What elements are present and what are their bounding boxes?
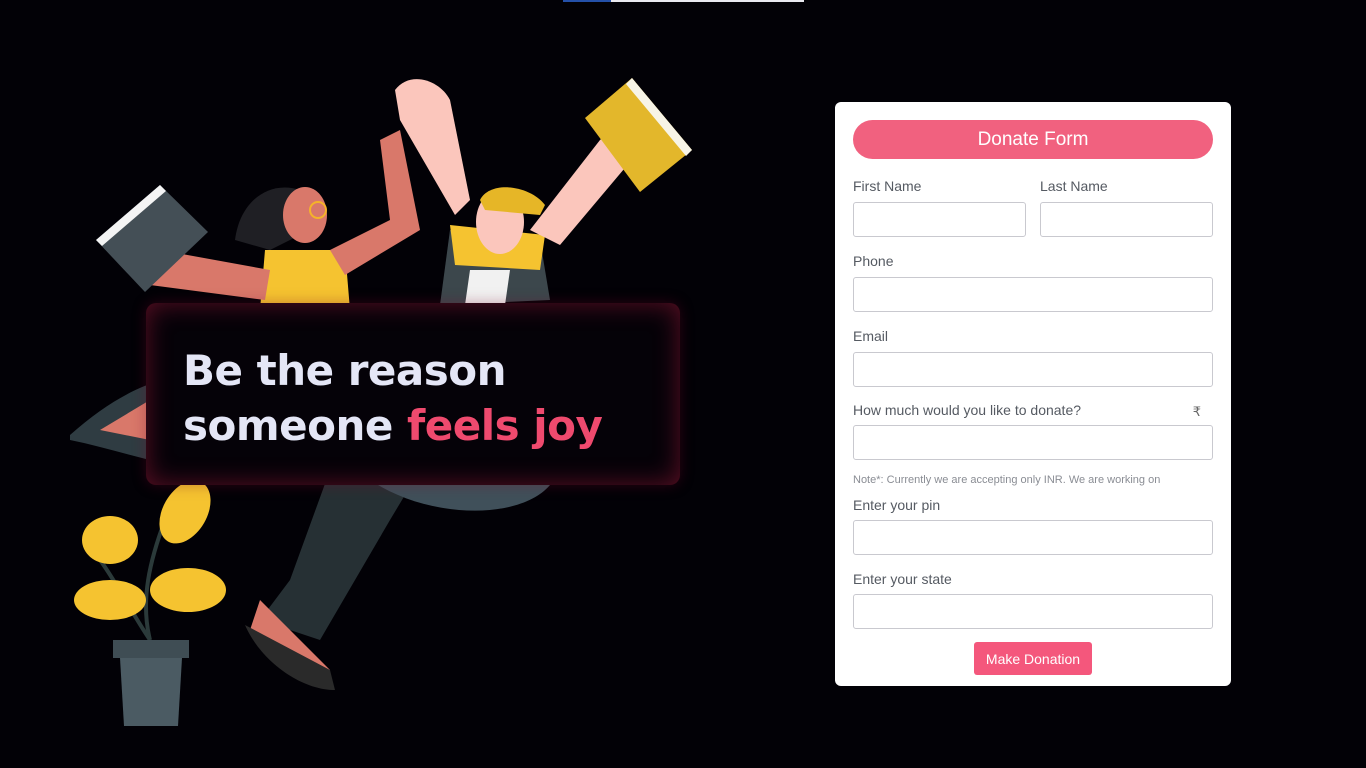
rupee-icon: ₹ [1192,404,1201,419]
first-name-label: First Name [853,178,922,194]
currency-note: Note*: Currently we are accepting only I… [853,474,1161,486]
state-label: Enter your state [853,571,952,587]
submit-row: Make Donation [853,642,1213,675]
plant-icon [74,480,226,726]
pin-group: Enter your pin [853,497,1213,555]
hero-line-1: Be the reason [183,346,507,395]
state-input[interactable] [853,594,1213,629]
amount-label: How much would you like to donate? ₹ [853,402,1213,419]
hero-card: Be the reason someone feels joy [146,303,680,485]
email-input[interactable] [853,352,1213,387]
pin-input[interactable] [853,520,1213,555]
top-progress-fill [563,0,611,2]
make-donation-button[interactable]: Make Donation [974,642,1092,675]
last-name-group: Last Name [1040,178,1213,237]
email-label: Email [853,328,889,344]
donate-form: Donate Form First Name Last Name Phone E… [835,102,1231,686]
last-name-input[interactable] [1040,202,1213,237]
state-group: Enter your state [853,571,1213,629]
last-name-label: Last Name [1040,178,1108,194]
woman-figure [96,130,420,310]
form-title: Donate Form [853,120,1213,159]
phone-group: Phone [853,253,1213,312]
phone-label: Phone [853,253,894,269]
amount-group: How much would you like to donate? ₹ [853,402,1213,460]
man-figure [395,78,692,305]
hero-line-2-plain: someone [183,401,393,450]
phone-input[interactable] [853,277,1213,312]
hero-line-2-accent: feels joy [406,401,603,450]
amount-input[interactable] [853,425,1213,460]
first-name-input[interactable] [853,202,1026,237]
pin-label: Enter your pin [853,497,941,513]
hero-line-2: someone feels joy [183,398,680,453]
name-row: First Name Last Name [853,178,1213,237]
email-group: Email [853,328,1213,387]
first-name-group: First Name [853,178,1026,237]
amount-label-text: How much would you like to donate? [853,402,1082,418]
top-progress-line [563,0,804,2]
